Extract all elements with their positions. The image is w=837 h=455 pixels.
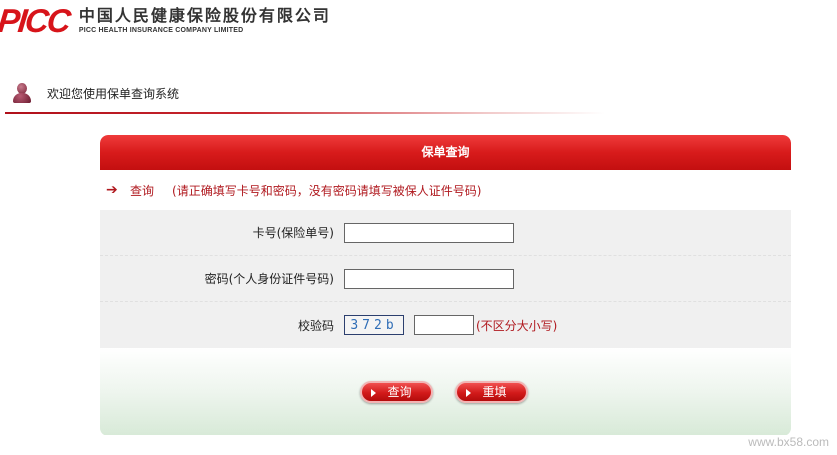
welcome-text: 欢迎您使用保单查询系统 <box>47 86 180 101</box>
form-actions: 查询 重填 <box>100 348 791 435</box>
card-number-row: 卡号(保险单号) <box>100 210 791 256</box>
query-notice: ➔ 查询 (请正确填写卡号和密码，没有密码请填写被保人证件号码) <box>100 170 791 210</box>
page: PICC 中国人民健康保险股份有限公司 PICC HEALTH INSURANC… <box>0 0 837 455</box>
company-name-en: PICC HEALTH INSURANCE COMPANY LIMITED <box>78 27 244 34</box>
arrow-right-icon: ➔ <box>106 182 118 198</box>
play-icon <box>371 388 376 397</box>
captcha-label: 校验码 <box>297 318 334 333</box>
case-insensitive-hint: (不区分大小写) <box>476 318 558 333</box>
company-name: 中国人民健康保险股份有限公司 PICC HEALTH INSURANCE COM… <box>79 6 331 36</box>
policy-query-panel: 保单查询 ➔ 查询 (请正确填写卡号和密码，没有密码请填写被保人证件号码) 卡号… <box>100 135 791 436</box>
password-row: 密码(个人身份证件号码) <box>100 256 791 302</box>
query-form: 卡号(保险单号) 密码(个人身份证件号码) 校验码 372b (不区分大小写) <box>100 210 791 348</box>
reset-button-label: 重填 <box>482 385 507 399</box>
welcome-row: 欢迎您使用保单查询系统 <box>12 82 179 104</box>
captcha-image[interactable]: 372b <box>344 315 404 335</box>
notice-message: (请正确填写卡号和密码，没有密码请填写被保人证件号码) <box>172 183 482 198</box>
company-name-cn: 中国人民健康保险股份有限公司 <box>78 6 331 25</box>
user-icon <box>12 82 32 104</box>
company-logo: PICC 中国人民健康保险股份有限公司 PICC HEALTH INSURANC… <box>0 2 331 39</box>
query-button[interactable]: 查询 <box>360 380 433 403</box>
welcome-divider <box>5 112 605 114</box>
card-number-input[interactable] <box>344 222 514 243</box>
card-number-label: 卡号(保险单号) <box>252 226 334 240</box>
reset-button[interactable]: 重填 <box>455 380 528 403</box>
password-label: 密码(个人身份证件号码) <box>204 272 334 286</box>
panel-title: 保单查询 <box>100 135 791 170</box>
captcha-row: 校验码 372b (不区分大小写) <box>100 302 791 348</box>
notice-title: 查询 <box>130 183 155 198</box>
picc-logo-mark: PICC <box>0 2 71 39</box>
captcha-input[interactable] <box>414 315 474 335</box>
password-input[interactable] <box>344 268 514 289</box>
site-watermark: www.bx58.com <box>748 435 829 449</box>
query-button-label: 查询 <box>387 385 412 399</box>
play-icon <box>466 388 471 397</box>
